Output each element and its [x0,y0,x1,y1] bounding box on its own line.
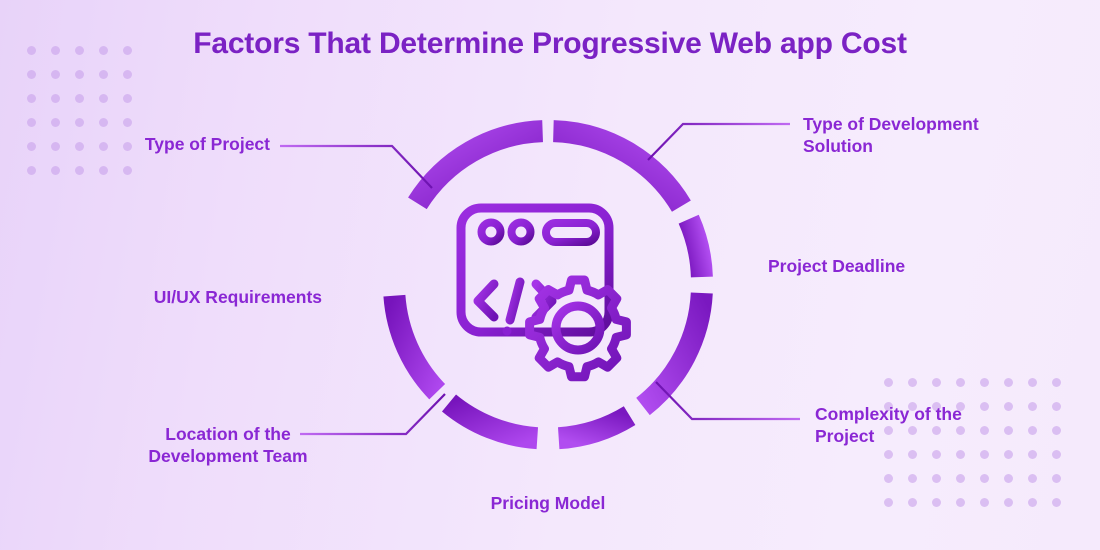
connector-type-of-project [280,144,433,189]
browser-bottom-dot-icon [502,326,512,336]
factor-label-pricing-model: Pricing Model [490,493,606,513]
factor-label-type-of-project: Type of Project [144,134,270,154]
factor-label-type-of-dev-solution: Type of Development Solution [803,114,979,157]
ring-segment-top-left [408,120,544,210]
ring-segment-top-right [552,120,691,212]
browser-dot-2-icon [507,218,535,246]
factor-label-project-deadline: Project Deadline [768,256,906,276]
code-slash-icon [505,277,525,325]
infographic-canvas: Factors That Determine Progressive Web a… [0,0,1100,550]
connector-type-of-dev-solution [647,122,790,161]
code-bracket-left-icon [473,279,499,322]
browser-address-pill-icon [542,219,600,246]
ring-segments [383,120,713,450]
factor-label-uiux-requirements: UI/UX Requirements [153,287,322,307]
ring-segment-right-lower [636,292,713,416]
browser-code-gear-icon [456,203,631,382]
ring-segment-right-upper [678,214,713,278]
factor-label-complexity-of-project: Complexity of the Project [815,404,962,447]
ring-segment-left [383,294,446,400]
browser-dot-1-icon [477,218,505,246]
factor-label-location-dev-team: Location of the Development Team [148,424,308,467]
connector-complexity-of-project [655,381,800,421]
ring-segment-bottom-left [441,394,539,450]
ring-segment-bottom-right [557,406,636,450]
